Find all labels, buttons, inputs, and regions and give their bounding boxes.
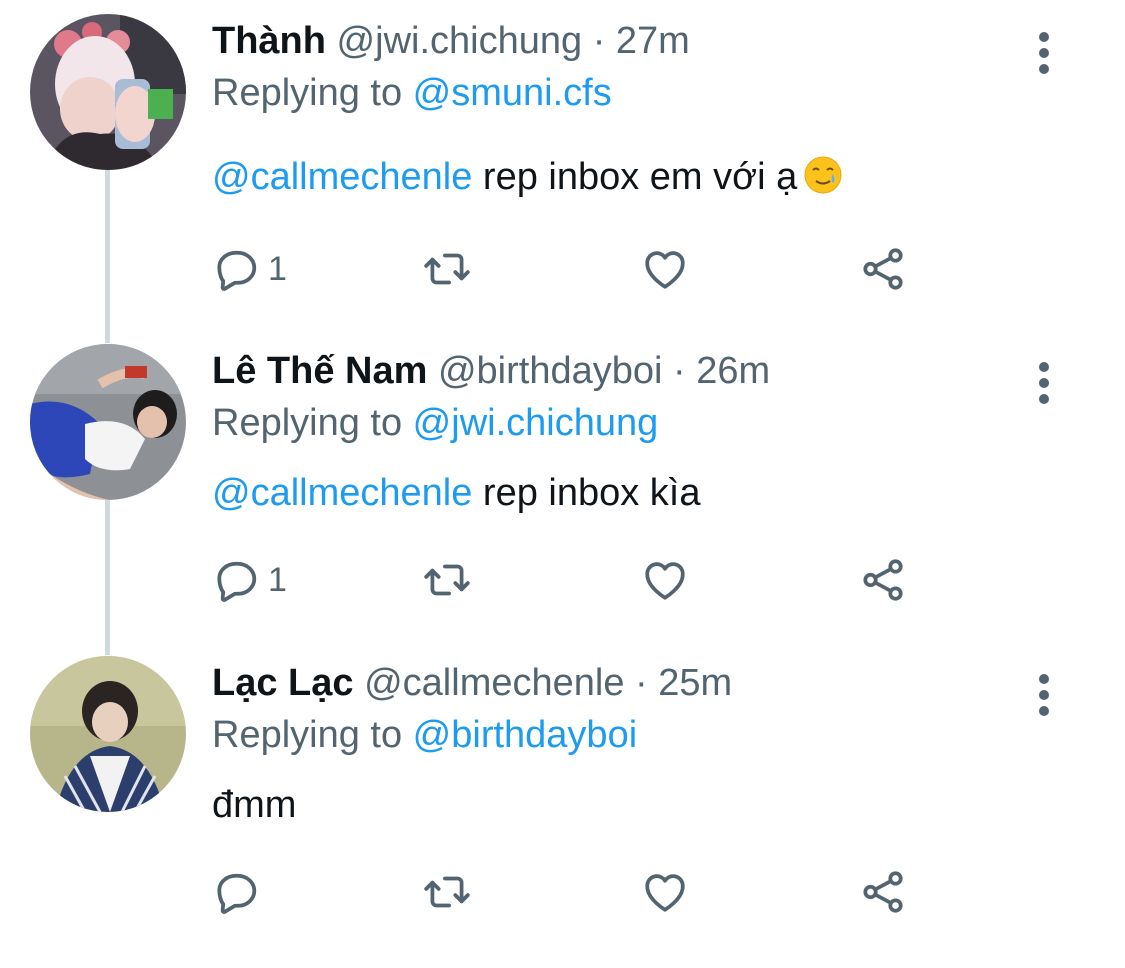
replying-to-link[interactable]: @birthdayboi [413,714,637,756]
tweet-text: @callmechenle rep inbox kìa [212,468,701,518]
avatar-image [30,14,186,170]
avatar-image [30,656,186,812]
more-options-button[interactable] [1024,354,1064,414]
retweet-icon [424,876,470,908]
reply-icon [217,561,257,602]
separator-dot: · [635,662,648,704]
tweet-text: đmm [212,780,296,830]
tweet-text-content: đmm [212,784,297,826]
like-button[interactable] [640,239,690,299]
tweet-text-content: rep inbox em với ạ [472,156,798,198]
like-icon [645,562,685,600]
replying-label: Replying to [212,714,413,756]
replying-to-link[interactable]: @jwi.chichung [413,402,659,444]
like-button[interactable] [640,550,690,610]
replying-to: Replying to @smuni.cfs [212,68,612,118]
retweet-icon [424,564,470,596]
avatar[interactable] [30,344,186,500]
timestamp[interactable]: 27m [616,20,690,62]
reply-icon [217,873,257,914]
mention-link[interactable]: @callmechenle [212,156,472,198]
replying-to: Replying to @jwi.chichung [212,398,658,448]
separator-dot: · [673,350,686,392]
replying-to-link[interactable]: @smuni.cfs [413,72,612,114]
timestamp[interactable]: 25m [658,662,732,704]
reply-button[interactable]: 1 [212,239,287,299]
tweet-3[interactable]: Lạc Lạc @callmechenle · 25m Replying to … [0,656,1125,968]
share-button[interactable] [858,862,908,922]
smiling-face-with-tear-icon [804,156,842,194]
reply-button[interactable]: 1 [212,550,287,610]
like-icon [645,874,685,912]
tweet-header: Thành @jwi.chichung · 27m [212,16,690,66]
replying-label: Replying to [212,72,413,114]
like-button[interactable] [640,862,690,922]
share-button[interactable] [858,550,908,610]
more-icon [1039,674,1049,716]
reply-count: 1 [268,560,287,599]
more-icon [1039,32,1049,74]
replying-label: Replying to [212,402,413,444]
timestamp[interactable]: 26m [696,350,770,392]
tweet-text-content: rep inbox kìa [472,472,701,514]
replying-to: Replying to @birthdayboi [212,710,637,760]
share-icon [863,871,903,913]
display-name[interactable]: Lê Thế Nam [212,350,427,392]
display-name[interactable]: Thành [212,20,326,62]
avatar[interactable] [30,14,186,170]
retweet-icon [424,253,470,285]
avatar-image [30,344,186,500]
reply-icon [217,250,257,291]
tweet-header: Lê Thế Nam @birthdayboi · 26m [212,346,770,396]
separator-dot: · [592,20,606,62]
tweet-header: Lạc Lạc @callmechenle · 25m [212,658,732,708]
more-options-button[interactable] [1024,24,1064,84]
action-bar: 1 [212,239,932,299]
retweet-button[interactable] [422,862,472,922]
tweet-1[interactable]: Thành @jwi.chichung · 27m Replying to @s… [0,14,1125,326]
avatar[interactable] [30,656,186,812]
display-name[interactable]: Lạc Lạc [212,662,354,704]
like-icon [645,251,685,289]
user-handle[interactable]: @jwi.chichung [337,20,583,62]
tweet-text: @callmechenle rep inbox em với ạ [212,152,843,202]
share-icon [863,559,903,601]
action-bar: 1 [212,550,932,610]
action-bar [212,862,932,922]
share-button[interactable] [858,239,908,299]
share-icon [863,248,903,290]
more-icon [1039,362,1049,404]
mention-link[interactable]: @callmechenle [212,472,472,514]
retweet-button[interactable] [422,239,472,299]
more-options-button[interactable] [1024,666,1064,726]
user-handle[interactable]: @callmechenle [364,662,624,704]
user-handle[interactable]: @birthdayboi [438,350,662,392]
reply-button[interactable] [212,862,268,922]
reply-count: 1 [268,249,287,288]
tweet-2[interactable]: Lê Thế Nam @birthdayboi · 26m Replying t… [0,344,1125,656]
retweet-button[interactable] [422,550,472,610]
